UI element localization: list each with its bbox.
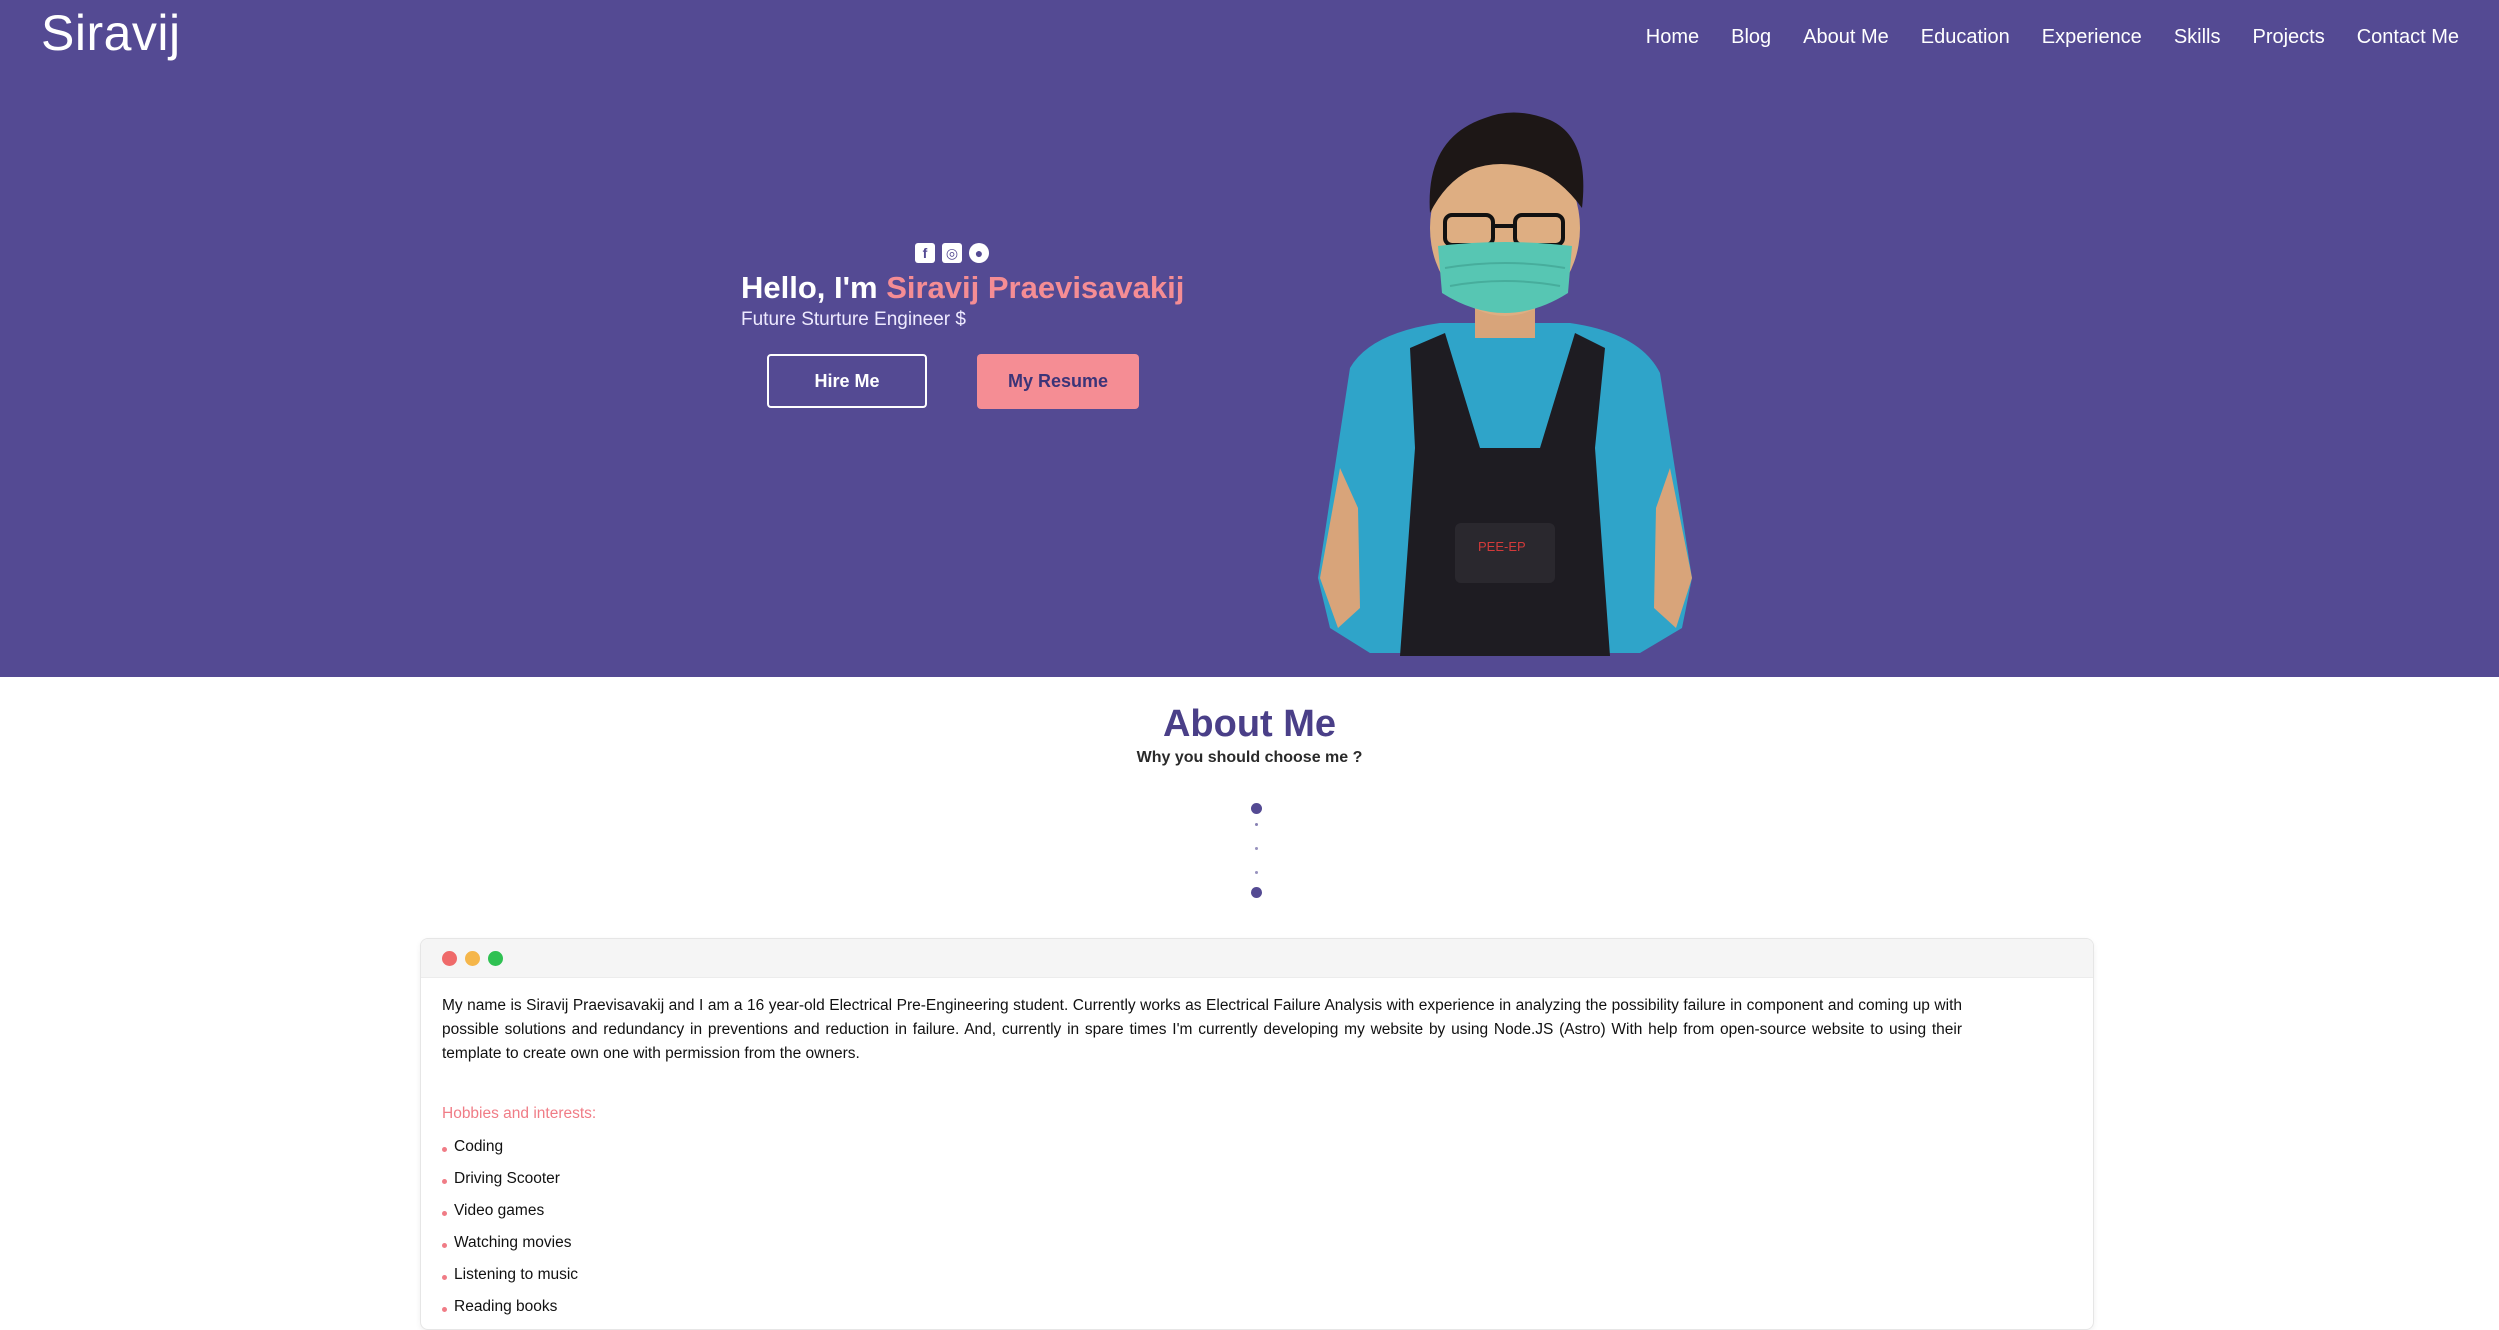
hobby-label: Listening to music xyxy=(454,1266,579,1283)
divider-dot xyxy=(1251,803,1262,814)
maximize-dot-icon xyxy=(488,950,503,966)
profile-portrait: PEE-EP xyxy=(1318,112,1692,656)
list-item: Coding xyxy=(442,1131,2072,1163)
hobby-label: Coding xyxy=(454,1138,504,1155)
divider-dot xyxy=(1251,887,1262,898)
main-nav: Home Blog About Me Education Experience … xyxy=(1646,26,2459,49)
github-icon[interactable]: ● xyxy=(969,243,989,263)
divider-dot xyxy=(1255,823,1258,826)
divider-dot xyxy=(1255,847,1258,850)
list-item: Watching movies xyxy=(442,1227,2072,1259)
bullet-icon xyxy=(442,1274,447,1280)
hero-tagline: Future Sturture Engineer $ xyxy=(741,309,966,330)
hire-me-button[interactable]: Hire Me xyxy=(767,354,927,408)
bullet-icon xyxy=(442,1146,447,1152)
hobby-label: Driving Scooter xyxy=(454,1170,560,1187)
list-item: Listening to music xyxy=(442,1259,2072,1291)
about-bio: My name is Siravij Praevisavakij and I a… xyxy=(442,997,1962,1062)
site-brand[interactable]: Siravij xyxy=(41,4,181,62)
facebook-icon[interactable]: f xyxy=(915,243,935,263)
hero-section: Siravij Home Blog About Me Education Exp… xyxy=(0,0,2499,677)
bullet-icon xyxy=(442,1210,447,1216)
my-resume-button[interactable]: My Resume xyxy=(977,354,1139,409)
nav-experience[interactable]: Experience xyxy=(2042,26,2142,49)
hobby-label: Reading books xyxy=(454,1298,558,1315)
list-item: Reading books xyxy=(442,1291,2072,1323)
social-links: f ◎ ● xyxy=(915,243,989,263)
nav-education[interactable]: Education xyxy=(1921,26,2010,49)
nav-home[interactable]: Home xyxy=(1646,26,1699,49)
hobbies-title: Hobbies and interests: xyxy=(442,1105,597,1122)
divider-dot xyxy=(1255,871,1258,874)
about-title: About Me xyxy=(1162,703,1337,745)
about-subtitle: Why you should choose me ? xyxy=(1136,749,1363,766)
nav-projects[interactable]: Projects xyxy=(2252,26,2324,49)
hobbies-list: Coding Driving Scooter Video games Watch… xyxy=(442,1131,2072,1323)
list-item: Driving Scooter xyxy=(442,1163,2072,1195)
window-titlebar xyxy=(421,939,2093,978)
list-item: Video games xyxy=(442,1195,2072,1227)
nav-skills[interactable]: Skills xyxy=(2174,26,2221,49)
bullet-icon xyxy=(442,1242,447,1248)
nav-about-me[interactable]: About Me xyxy=(1803,26,1889,49)
bullet-icon xyxy=(442,1306,447,1312)
hero-greeting: Hello, I'm Siravij Praevisavakij xyxy=(741,270,1184,306)
instagram-icon[interactable]: ◎ xyxy=(942,243,962,263)
svg-text:PEE-EP: PEE-EP xyxy=(1478,539,1526,554)
nav-contact-me[interactable]: Contact Me xyxy=(2357,26,2459,49)
close-dot-icon xyxy=(442,950,457,966)
greeting-prefix: Hello, I'm xyxy=(741,270,887,305)
minimize-dot-icon xyxy=(465,950,480,966)
window-body: My name is Siravij Praevisavakij and I a… xyxy=(421,978,2093,1323)
nav-blog[interactable]: Blog xyxy=(1731,26,1771,49)
hero-name: Siravij Praevisavakij xyxy=(886,270,1185,305)
about-window: My name is Siravij Praevisavakij and I a… xyxy=(420,938,2094,1330)
hobby-label: Watching movies xyxy=(454,1234,572,1251)
bullet-icon xyxy=(442,1178,447,1184)
hobby-label: Video games xyxy=(454,1202,545,1219)
